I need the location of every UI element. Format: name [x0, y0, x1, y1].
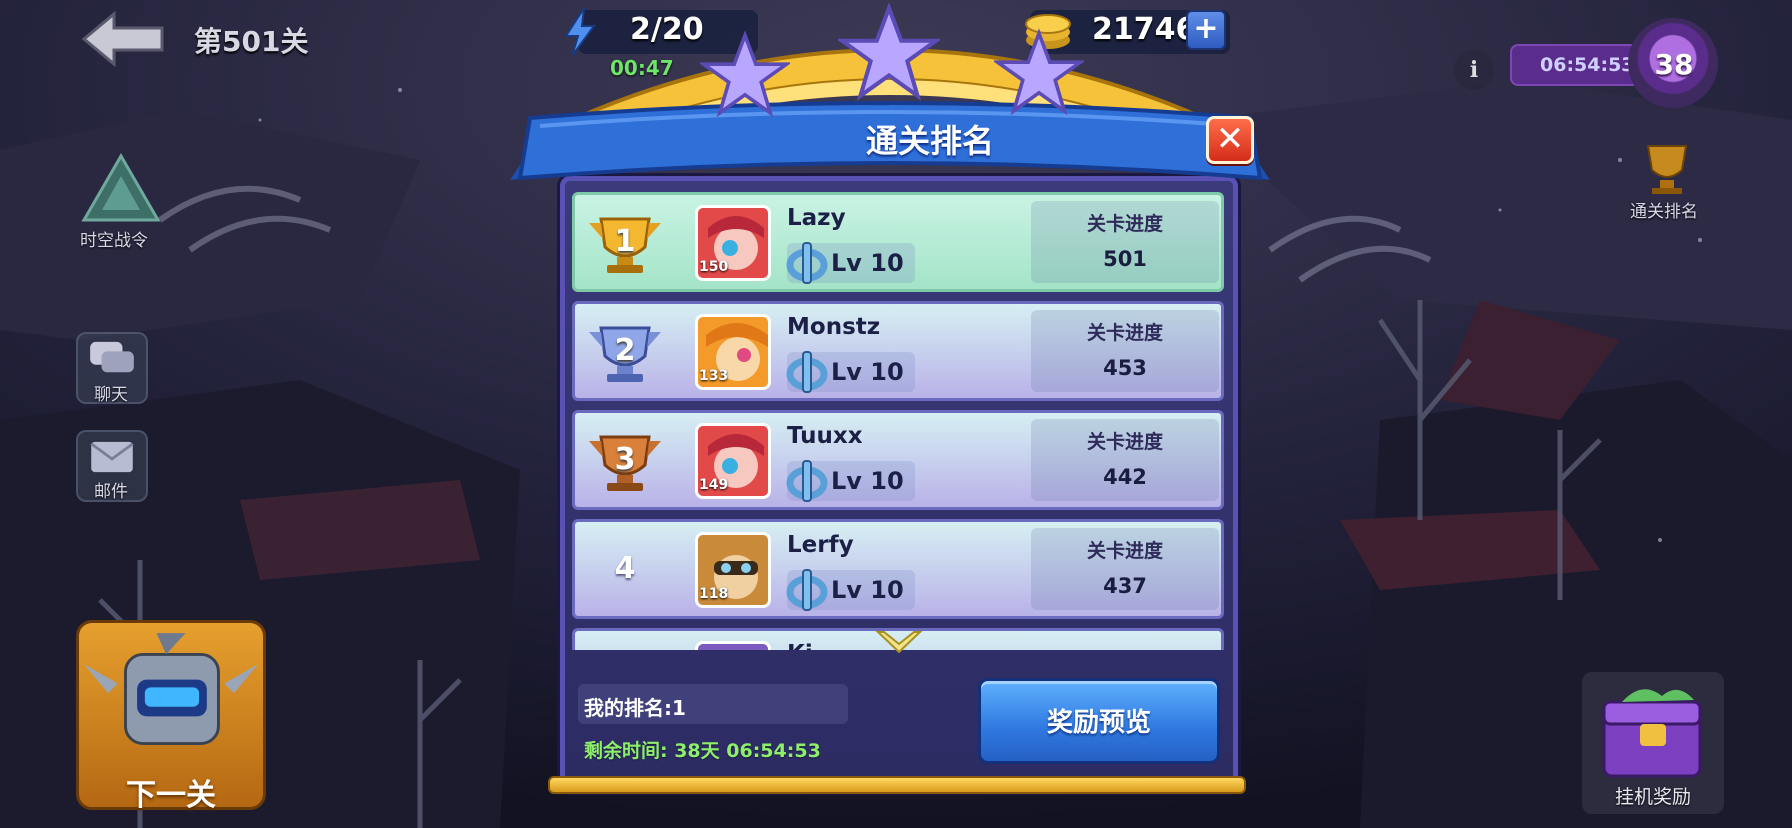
ranking-list[interactable]: 1 150 Lazy Lv 10 关卡进度 501 2 133 Monstz L… [570, 190, 1226, 650]
chat-bubble-icon [90, 341, 134, 373]
envelope-icon [90, 441, 134, 473]
player-level: Lv 10 [831, 467, 904, 495]
triangle-emblem-icon [81, 153, 161, 222]
robot-mascot-icon [83, 633, 259, 745]
player-name: Ki... [787, 641, 839, 650]
reward-preview-label: 奖励预览 [1046, 708, 1151, 738]
avatar-level: 118 [699, 586, 729, 602]
player-level: Lv 10 [831, 358, 904, 386]
ring-level-icon [786, 460, 828, 502]
player-level: Lv 10 [831, 249, 904, 277]
ranking-label: 通关排名 [1630, 202, 1698, 222]
idle-reward-label: 挂机奖励 [1614, 786, 1691, 808]
season-timer: 06:54:53 [1540, 54, 1635, 76]
progress-label: 关卡进度 [1086, 322, 1163, 344]
rank-number: 1 [614, 224, 636, 259]
ring-level-icon [786, 569, 828, 611]
modal-bottom-trim [548, 776, 1246, 794]
rank-number: 3 [614, 442, 636, 477]
progress-label: 关卡进度 [1086, 540, 1163, 562]
ring-level-icon [786, 351, 828, 393]
level-title: 第501关 [194, 25, 309, 58]
ranking-row[interactable]: 2 133 Monstz Lv 10 关卡进度 453 [572, 301, 1224, 401]
battle-pass-label: 时空战令 [80, 231, 148, 251]
trophy-icon [1646, 145, 1688, 194]
modal-title: 通关排名 [865, 122, 994, 160]
scroll-down-chevron-icon[interactable] [874, 628, 924, 658]
player-avatar[interactable] [695, 641, 771, 650]
star-left-icon [700, 30, 790, 118]
remaining-time: 剩余时间: 38天 06:54:53 [584, 740, 821, 762]
star-center-icon [838, 2, 940, 101]
ranking-row[interactable]: 1 150 Lazy Lv 10 关卡进度 501 [572, 192, 1224, 292]
star-right-icon [994, 28, 1084, 116]
close-button[interactable]: ✕ [1206, 116, 1254, 164]
player-name: Lerfy [787, 532, 854, 558]
player-name: Lazy [787, 205, 846, 231]
progress-value: 453 [1103, 356, 1147, 380]
ring-level-icon [786, 242, 828, 284]
progress-value: 437 [1103, 574, 1147, 598]
chat-label: 聊天 [94, 385, 128, 405]
back-arrow-button[interactable] [80, 10, 166, 68]
ranking-row[interactable]: 3 149 Tuuxx Lv 10 关卡进度 442 [572, 410, 1224, 510]
player-name: Tuuxx [787, 423, 863, 449]
rank-number: 4 [614, 551, 636, 586]
purple-hero-avatar-icon [698, 644, 768, 650]
ranking-row[interactable]: 4 118 Lerfy Lv 10 关卡进度 437 [572, 519, 1224, 619]
next-level-label: 下一关 [126, 778, 216, 813]
avatar-level: 149 [699, 477, 729, 493]
rank-number: 2 [614, 333, 636, 368]
season-level: 38 [1654, 48, 1694, 81]
mail-label: 邮件 [94, 482, 128, 502]
my-rank: 我的排名:1 [584, 696, 686, 720]
avatar-level: 150 [699, 259, 729, 275]
progress-label: 关卡进度 [1086, 431, 1163, 453]
progress-label: 关卡进度 [1086, 213, 1163, 235]
player-name: Monstz [787, 314, 881, 340]
progress-value: 442 [1103, 465, 1147, 489]
avatar-level: 133 [699, 368, 729, 384]
player-level: Lv 10 [831, 576, 904, 604]
progress-value: 501 [1103, 247, 1147, 271]
purple-chest-icon [1602, 689, 1702, 778]
info-button[interactable]: i [1454, 50, 1494, 90]
